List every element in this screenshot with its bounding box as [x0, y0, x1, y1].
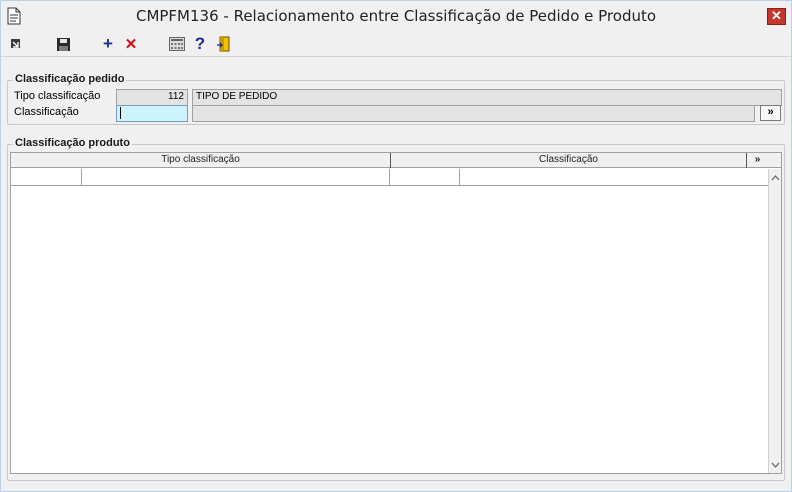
- title-bar: CMPFM136 - Relacionamento entre Classifi…: [1, 1, 791, 31]
- classificacao-pedido-title: Classificação pedido: [13, 73, 127, 85]
- document-icon: [7, 7, 21, 25]
- door-exit-icon[interactable]: [215, 35, 233, 53]
- cell-tipo-desc[interactable]: [82, 169, 390, 186]
- exit-arrow-icon[interactable]: [7, 35, 25, 53]
- tipo-classificacao-code: 112: [116, 89, 188, 106]
- window-title: CMPFM136 - Relacionamento entre Classifi…: [135, 7, 657, 25]
- classificacao-label: Classificação: [14, 106, 79, 118]
- grid-expand-button[interactable]: »: [747, 153, 768, 168]
- help-icon[interactable]: ?: [191, 34, 209, 53]
- tipo-classificacao-label: Tipo classificação: [14, 90, 101, 102]
- classificacao-produto-title: Classificação produto: [13, 137, 132, 149]
- cell-class-desc[interactable]: [460, 169, 768, 186]
- classificacao-desc: [192, 105, 755, 122]
- add-icon[interactable]: +: [99, 34, 117, 53]
- column-header-tipo[interactable]: Tipo classificação: [11, 153, 390, 168]
- main-window: CMPFM136 - Relacionamento entre Classifi…: [0, 0, 792, 492]
- produto-grid: Tipo classificação Classificação »: [10, 152, 782, 474]
- grid-header: Tipo classificação Classificação »: [11, 153, 781, 168]
- tipo-classificacao-desc: TIPO DE PEDIDO: [192, 89, 782, 106]
- text-caret: [120, 107, 121, 119]
- cell-class-code[interactable]: [390, 169, 460, 186]
- classificacao-lookup-button[interactable]: »: [760, 105, 781, 121]
- scroll-down-icon[interactable]: [769, 458, 782, 471]
- table-row[interactable]: [11, 169, 768, 186]
- column-header-classificacao[interactable]: Classificação: [391, 153, 746, 168]
- scroll-up-icon[interactable]: [769, 171, 782, 184]
- vertical-scrollbar[interactable]: [768, 169, 781, 473]
- close-button[interactable]: ✕: [767, 8, 786, 25]
- save-icon[interactable]: [54, 35, 72, 53]
- delete-icon[interactable]: ✕: [122, 35, 140, 53]
- cell-tipo-code[interactable]: [11, 169, 82, 186]
- calculator-icon[interactable]: [168, 35, 186, 53]
- classificacao-input[interactable]: [116, 105, 188, 122]
- toolbar: + ✕ ?: [1, 31, 791, 57]
